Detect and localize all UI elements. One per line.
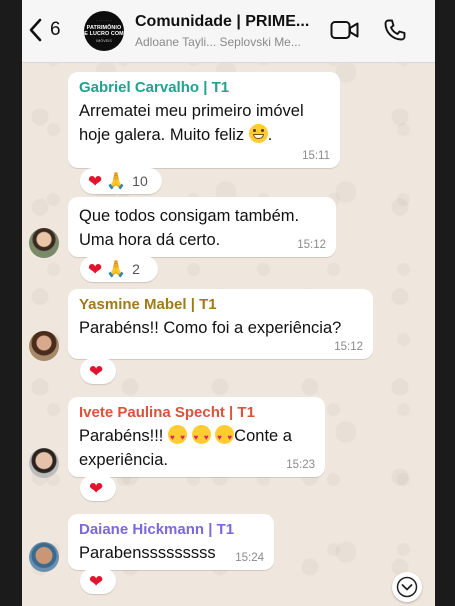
message-text-fragment: Conte a [234, 427, 292, 445]
unread-count: 6 [50, 19, 61, 40]
chat-screen: 6 · · · · · · · PATRIMÔNIO E LUCRO COM I… [22, 0, 435, 606]
message-text-fragment: Parabéns!!! [79, 427, 164, 445]
grinning-face-icon [248, 124, 268, 143]
message-sender: Daiane Hickmann | T1 [79, 521, 235, 538]
chevron-down-icon [396, 576, 418, 598]
message-text-line: Parabéns!! Como foi a experiência? [79, 319, 342, 337]
message-time: 15:12 [334, 341, 363, 353]
message-text-line: Uma hora dá certo. [79, 231, 221, 249]
message-sender: Ivete Paulina Specht | T1 [79, 404, 255, 421]
sender-avatar[interactable] [29, 542, 59, 572]
message-text-line: experiência. [79, 451, 168, 469]
reaction-bar[interactable]: ❤ 🙏 10 [80, 168, 162, 194]
phone-icon [384, 19, 406, 41]
message-text-fragment: . [267, 126, 273, 144]
message-time: 15:24 [235, 552, 264, 564]
reaction-bar[interactable]: ❤ [80, 568, 116, 594]
chat-title: Comunidade | PRIME... [135, 13, 310, 30]
message-text-line: hoje galera. Muito feliz . [79, 123, 329, 147]
message-bubble[interactable]: Que todos consigam também. Uma hora dá c… [68, 197, 336, 257]
heart-eyes-icon [167, 425, 187, 450]
voice-call-button[interactable] [383, 18, 407, 47]
scroll-to-bottom-button[interactable] [392, 572, 422, 602]
message-bubble[interactable]: Gabriel Carvalho | T1 Arrematei meu prim… [68, 72, 340, 168]
message-bubble[interactable]: Yasmine Mabel | T1 Parabéns!! Como foi a… [68, 289, 373, 359]
message-time: 15:11 [302, 150, 330, 162]
message-time: 15:23 [286, 459, 315, 471]
message-time: 15:12 [297, 239, 326, 251]
chat-header: 6 · · · · · · · PATRIMÔNIO E LUCRO COM I… [22, 0, 435, 63]
folded-hands-icon: 🙏 [106, 259, 127, 278]
reaction-bar[interactable]: ❤ [80, 475, 116, 501]
message-sender: Yasmine Mabel | T1 [79, 296, 217, 313]
reaction-count: 2 [132, 261, 140, 277]
folded-hands-icon: 🙏 [106, 171, 127, 190]
red-heart-icon: ❤ [89, 571, 104, 591]
reaction-bar[interactable]: ❤ [80, 358, 116, 384]
heart-eyes-icon [191, 425, 211, 450]
group-avatar[interactable]: · · · · · · · PATRIMÔNIO E LUCRO COM IMÓ… [84, 11, 124, 51]
heart-eyes-icon [215, 425, 235, 450]
red-heart-icon: ❤ [88, 259, 103, 279]
message-text-line: Parabéns!!! Conte a [79, 424, 314, 450]
avatar-text-line: IMÓVEIS [96, 38, 112, 43]
message-text-fragment: hoje galera. Muito feliz [79, 126, 245, 144]
red-heart-icon: ❤ [88, 171, 103, 191]
video-call-button[interactable] [330, 20, 360, 45]
message-bubble[interactable]: Ivete Paulina Specht | T1 Parabéns!!! Co… [68, 397, 325, 477]
video-camera-icon [330, 21, 359, 39]
reaction-count: 10 [132, 173, 148, 189]
message-sender: Gabriel Carvalho | T1 [79, 79, 230, 96]
sender-avatar[interactable] [29, 331, 59, 361]
back-button[interactable]: 6 [28, 18, 61, 42]
message-text-line: Que todos consigam também. [79, 207, 300, 225]
chevron-left-icon [29, 18, 42, 42]
red-heart-icon: ❤ [89, 361, 104, 381]
message-bubble[interactable]: Daiane Hickmann | T1 Parabensssssssss 15… [68, 514, 274, 570]
sender-avatar[interactable] [29, 448, 59, 478]
sender-avatar[interactable] [29, 228, 59, 258]
chat-members: Adloane Tayli... Seplovski Me... [135, 35, 301, 49]
chat-title-area[interactable]: Comunidade | PRIME... Adloane Tayli... S… [135, 13, 323, 49]
reaction-bar[interactable]: ❤ 🙏 2 [80, 256, 158, 282]
message-text-line: Arrematei meu primeiro imóvel [79, 102, 304, 120]
red-heart-icon: ❤ [89, 478, 104, 498]
